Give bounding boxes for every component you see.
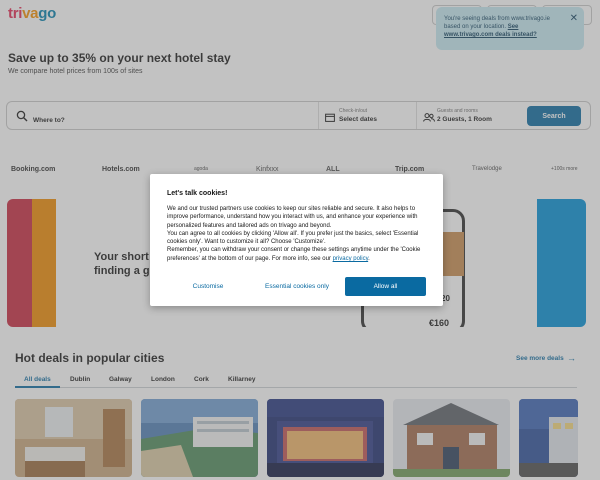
cookie-consent-dialog: Let's talk cookies! We and our trusted p… — [150, 174, 443, 306]
customise-button[interactable]: Customise — [172, 277, 244, 296]
allow-all-button[interactable]: Allow all — [345, 277, 426, 296]
essential-cookies-button[interactable]: Essential cookies only — [258, 277, 336, 296]
page: trivago Save up to 35% on your next hote… — [0, 0, 600, 480]
privacy-policy-link[interactable]: privacy policy — [333, 256, 369, 262]
cookie-dialog-body: We and our trusted partners use cookies … — [167, 206, 421, 262]
cookie-dialog-title: Let's talk cookies! — [167, 190, 228, 197]
